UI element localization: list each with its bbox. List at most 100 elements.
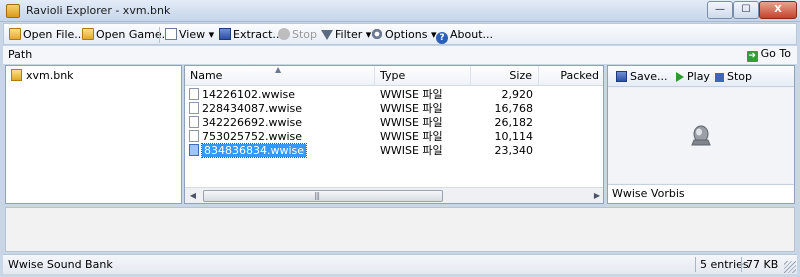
scroll-thumb[interactable]: ||| xyxy=(203,190,443,202)
stop-label: Stop xyxy=(292,28,318,41)
play-icon xyxy=(676,72,684,82)
play-label: Play xyxy=(687,70,710,83)
maximize-button[interactable]: ☐ xyxy=(733,1,759,19)
stop-disabled-icon xyxy=(278,28,290,40)
file-size: 16,768 xyxy=(494,102,534,115)
save-label: Save... xyxy=(630,70,668,83)
file-name: 834836834.wwise xyxy=(200,143,308,158)
folder-tree[interactable]: xvm.bnk xyxy=(5,65,182,204)
scroll-left-icon[interactable]: ◀ xyxy=(185,188,201,203)
column-name-label: Name xyxy=(190,69,223,82)
file-icon xyxy=(189,102,199,114)
column-header-packed[interactable]: Packed xyxy=(539,66,603,86)
close-button[interactable]: X xyxy=(759,1,797,19)
about-button[interactable]: ? About... xyxy=(436,27,494,44)
status-size: 77 KB xyxy=(746,258,779,271)
help-icon: ? xyxy=(436,32,448,44)
gear-icon xyxy=(371,28,383,40)
file-size: 23,340 xyxy=(494,144,534,157)
extract-label: Extract... xyxy=(233,28,283,41)
go-to-label: Go To xyxy=(760,47,791,60)
file-packed xyxy=(539,102,599,116)
file-size: 26,182 xyxy=(494,116,534,129)
file-type: WWISE 파일 xyxy=(380,116,443,129)
file-name: 228434087.wwise xyxy=(202,102,303,115)
file-name-cell: 342226692.wwise xyxy=(189,116,375,130)
scroll-right-icon[interactable]: ▶ xyxy=(589,188,603,203)
status-bar: Wwise Sound Bank 5 entries 77 KB xyxy=(3,254,797,274)
resize-grip-icon[interactable] xyxy=(784,261,796,273)
file-name: 753025752.wwise xyxy=(202,130,303,143)
view-label: View xyxy=(179,28,206,41)
view-menu-button[interactable]: View ▾ xyxy=(165,27,214,43)
table-row[interactable]: 14226102.wwise WWISE 파일 2,920 xyxy=(185,88,603,102)
file-list[interactable]: Name ▲ Type Size Packed 14226102.wwise W… xyxy=(184,65,604,204)
open-game-folder-icon xyxy=(82,28,94,40)
view-dropdown-icon: ▾ xyxy=(208,28,215,41)
player-display xyxy=(608,88,794,183)
toolbar-separator xyxy=(159,27,160,43)
column-header-name[interactable]: Name ▲ xyxy=(185,66,375,86)
path-bar: Path ➜ Go To xyxy=(3,46,797,64)
view-icon xyxy=(165,28,177,40)
minimize-button[interactable]: — xyxy=(707,1,733,19)
options-menu-button[interactable]: Options ▾ xyxy=(371,27,436,43)
file-packed xyxy=(539,144,599,158)
file-packed xyxy=(539,130,599,144)
horizontal-scrollbar[interactable]: ◀ ||| ▶ xyxy=(185,187,603,203)
main-toolbar: Open File... Open Game... View ▾ Extract… xyxy=(3,23,797,45)
player-toolbar: Save... Play Stop xyxy=(608,66,794,87)
tree-item-label: xvm.bnk xyxy=(26,69,74,82)
play-button[interactable]: Play xyxy=(676,69,710,84)
file-type: WWISE 파일 xyxy=(380,88,443,101)
table-row[interactable]: 342226692.wwise WWISE 파일 26,182 xyxy=(185,116,603,130)
table-row[interactable]: 753025752.wwise WWISE 파일 10,114 xyxy=(185,130,603,144)
save-button[interactable]: Save... xyxy=(616,69,668,84)
file-name: 342226692.wwise xyxy=(202,116,303,129)
extract-button[interactable]: Extract... xyxy=(219,27,283,43)
player-stop-button[interactable]: Stop xyxy=(715,69,752,84)
stop-square-icon xyxy=(715,73,724,82)
codec-label: Wwise Vorbis xyxy=(608,184,794,203)
options-label: Options xyxy=(385,28,428,41)
about-label: About... xyxy=(450,28,494,41)
player-stop-label: Stop xyxy=(727,70,753,83)
table-row[interactable]: 228434087.wwise WWISE 파일 16,768 xyxy=(185,102,603,116)
tree-item-xvm-bnk[interactable]: xvm.bnk xyxy=(11,69,74,82)
audio-player-panel: Save... Play Stop Wwise Vorbis xyxy=(607,65,795,204)
extract-disk-icon xyxy=(219,28,231,40)
file-size: 10,114 xyxy=(494,130,534,143)
file-type: WWISE 파일 xyxy=(380,144,443,157)
list-header: Name ▲ Type Size Packed xyxy=(185,66,603,86)
open-folder-icon xyxy=(9,28,21,40)
file-name-cell: 228434087.wwise xyxy=(189,102,375,116)
file-type: WWISE 파일 xyxy=(380,102,443,115)
status-separator xyxy=(695,257,696,272)
file-name: 14226102.wwise xyxy=(202,88,296,101)
column-header-size[interactable]: Size xyxy=(471,66,539,86)
go-arrow-icon: ➜ xyxy=(746,51,758,62)
open-file-label: Open File... xyxy=(23,28,85,41)
stop-button[interactable]: Stop xyxy=(278,27,317,43)
file-icon xyxy=(189,88,199,100)
file-size: 2,920 xyxy=(501,88,534,101)
filter-funnel-icon xyxy=(321,30,333,40)
app-icon xyxy=(6,4,20,18)
status-separator xyxy=(741,257,742,272)
column-header-type[interactable]: Type xyxy=(375,66,471,86)
go-to-button[interactable]: ➜ Go To xyxy=(746,47,791,62)
filter-label: Filter xyxy=(335,28,363,41)
file-name-cell: 753025752.wwise xyxy=(189,130,375,144)
file-name-cell: 834836834.wwise xyxy=(189,143,375,158)
speaker-icon xyxy=(691,125,711,146)
file-icon xyxy=(189,116,199,128)
file-name-cell: 14226102.wwise xyxy=(189,88,375,102)
path-label: Path xyxy=(8,48,33,61)
save-disk-icon xyxy=(616,71,627,82)
scroll-grip-icon: ||| xyxy=(314,191,320,200)
open-file-button[interactable]: Open File... xyxy=(9,27,85,43)
window-title: Ravioli Explorer - xvm.bnk xyxy=(26,4,171,17)
file-packed xyxy=(539,88,599,102)
filter-menu-button[interactable]: Filter ▾ xyxy=(321,27,371,43)
table-row-selected[interactable]: 834836834.wwise WWISE 파일 23,340 xyxy=(185,143,603,158)
